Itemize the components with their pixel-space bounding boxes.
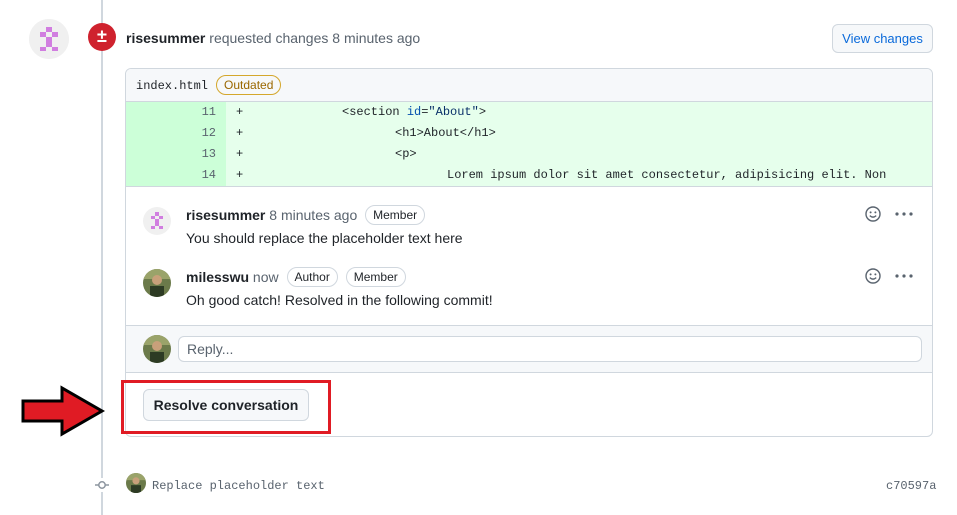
- file-header: index.html Outdated: [126, 69, 932, 102]
- view-changes-button[interactable]: View changes: [832, 24, 933, 53]
- highlight-box: [121, 380, 331, 434]
- kebab-horizontal-icon[interactable]: [894, 268, 914, 284]
- diff-line: 11 + <section id="About">: [126, 102, 932, 123]
- comment-header: risesummer 8 minutes ago Member: [186, 205, 426, 225]
- outdated-badge: Outdated: [216, 75, 282, 95]
- git-commit-icon: [95, 478, 109, 492]
- line-number[interactable]: 11: [126, 102, 226, 123]
- code-text: <p>: [395, 147, 417, 161]
- smiley-icon[interactable]: [865, 268, 881, 284]
- kebab-horizontal-icon[interactable]: [894, 206, 914, 222]
- review-author[interactable]: risesummer: [126, 30, 205, 46]
- review-summary: risesummer requested changes 8 minutes a…: [126, 30, 420, 46]
- diff-sign: +: [236, 105, 244, 119]
- reply-area: Reply...: [126, 325, 932, 373]
- diff-line: 12 + <h1>About</h1>: [126, 123, 932, 144]
- current-user-avatar[interactable]: [143, 335, 171, 363]
- comment-time[interactable]: 8 minutes ago: [269, 207, 357, 223]
- code-text: Lorem ipsum dolor sit amet consectetur, …: [447, 168, 887, 182]
- comment-time[interactable]: now: [253, 269, 279, 285]
- author-badge: Author: [286, 267, 338, 287]
- timeline-line: [101, 0, 103, 515]
- comment-author[interactable]: milesswu: [186, 269, 249, 285]
- diff-line: 14 + Lorem ipsum dolor sit amet consecte…: [126, 165, 932, 186]
- reply-input[interactable]: Reply...: [178, 336, 922, 362]
- comment-avatar[interactable]: [143, 207, 171, 235]
- code-text: <h1>About</h1>: [395, 126, 496, 140]
- line-number[interactable]: 12: [126, 123, 226, 144]
- divider: [126, 186, 932, 187]
- code-text: <section id="About">: [342, 105, 487, 119]
- comment-body: You should replace the placeholder text …: [186, 230, 463, 246]
- review-action: requested changes: [209, 30, 329, 46]
- line-number[interactable]: 13: [126, 144, 226, 165]
- diff-line: 13 + <p>: [126, 144, 932, 165]
- arrow-right-icon: [21, 385, 106, 437]
- commit-sha[interactable]: c70597a: [886, 479, 936, 493]
- comment-author[interactable]: risesummer: [186, 207, 265, 223]
- diff-sign: +: [236, 126, 244, 140]
- line-number[interactable]: 14: [126, 165, 226, 186]
- file-name[interactable]: index.html: [136, 79, 208, 93]
- member-badge: Member: [345, 267, 406, 287]
- request-changes-icon: ±: [88, 23, 116, 51]
- review-time[interactable]: 8 minutes ago: [332, 30, 420, 46]
- reviewer-avatar[interactable]: [29, 19, 69, 59]
- comment-avatar[interactable]: [143, 269, 171, 297]
- smiley-icon[interactable]: [865, 206, 881, 222]
- commit-message[interactable]: Replace placeholder text: [152, 479, 325, 493]
- diff-sign: +: [236, 168, 244, 182]
- member-badge: Member: [365, 205, 426, 225]
- comment-body: Oh good catch! Resolved in the following…: [186, 292, 493, 308]
- commit-author-avatar[interactable]: [126, 473, 146, 493]
- comment-header: milesswu now Author Member: [186, 267, 406, 287]
- diff-sign: +: [236, 147, 244, 161]
